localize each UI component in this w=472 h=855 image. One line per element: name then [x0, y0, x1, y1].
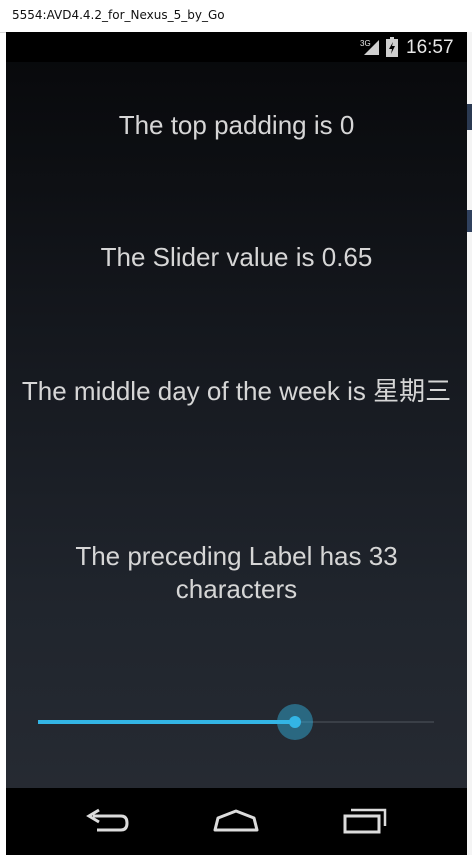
phone-screen: 3G 16:57 The top padding is 0 The Slider… — [6, 32, 467, 855]
recent-apps-icon[interactable] — [337, 804, 393, 838]
window-title: 5554:AVD4.4.2_for_Nexus_5_by_Go — [12, 8, 225, 22]
back-icon[interactable] — [79, 804, 135, 838]
battery-icon — [386, 37, 398, 57]
slider-value-label: The Slider value is 0.65 — [100, 242, 373, 272]
status-bar: 3G 16:57 — [6, 32, 467, 62]
slider-thumb[interactable] — [289, 716, 301, 728]
label-length-label: The preceding Label has 33 characters — [75, 541, 398, 604]
desktop-background-strip — [467, 32, 472, 855]
slider-fill — [38, 720, 295, 724]
top-padding-label: The top padding is 0 — [118, 110, 355, 140]
value-slider[interactable] — [38, 702, 434, 742]
signal-icon: 3G — [360, 39, 379, 55]
navigation-bar — [6, 788, 467, 855]
network-type-label: 3G — [360, 39, 371, 48]
home-icon[interactable] — [208, 804, 264, 838]
middle-day-label: The middle day of the week is 星期三 — [21, 376, 452, 406]
status-clock: 16:57 — [406, 37, 454, 58]
emulator-title-bar: 5554:AVD4.4.2_for_Nexus_5_by_Go — [0, 0, 472, 33]
